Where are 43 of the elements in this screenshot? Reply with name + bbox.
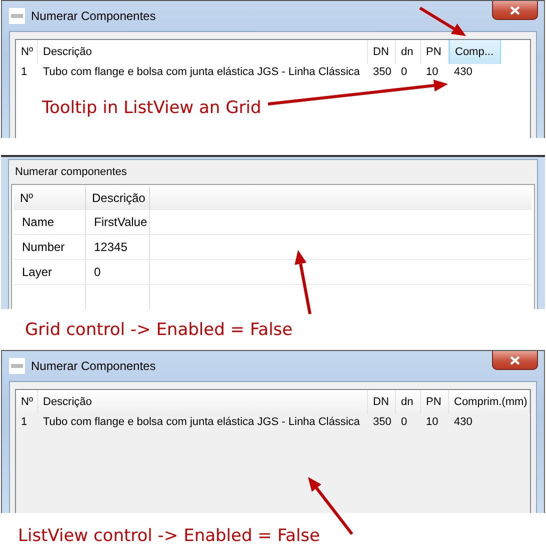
table-cell-text: 10	[425, 415, 440, 430]
column-header[interactable]: Descrição	[86, 187, 150, 209]
table-cell-text: 1	[20, 415, 28, 430]
table-cell: 12345	[86, 235, 150, 259]
window-title: Numerar componentes	[14, 165, 128, 180]
table-cell: Number	[14, 235, 86, 259]
arrow	[419, 6, 466, 36]
column-header[interactable]: Comprim.(mm)	[449, 390, 530, 414]
close-icon	[510, 356, 520, 364]
table-cell-text: Tubo com flange e bolsa com junta elástica JGS - Linha Clássica	[42, 65, 361, 80]
list-view[interactable]: Nº Descrição DN dn PN Comprim.(mm) 1 Tubo com flange e bolsa com junta elástica JGS - Linha Clássica 350 0 10 430	[15, 389, 531, 513]
annotation: ListView control -> Enabled = False	[18, 526, 320, 546]
window-title: Numerar Componentes	[31, 9, 156, 23]
table-cell: FirstValue	[86, 210, 150, 234]
table-cell: Name	[14, 210, 86, 234]
arrow	[294, 250, 312, 314]
app-icon	[9, 358, 25, 374]
table-cell-text: 0	[400, 415, 408, 430]
column-header[interactable]: Descrição	[38, 390, 368, 414]
table-cell-text: 430	[453, 65, 474, 80]
close-icon	[510, 6, 520, 14]
table-cell: Layer	[14, 260, 86, 284]
table-cell-text: 0	[400, 65, 408, 80]
column-header[interactable]: Nº	[16, 390, 38, 414]
table-cell-text: 350	[372, 415, 392, 430]
table-cell-text: 10	[425, 65, 440, 80]
window-title: Numerar Componentes	[31, 359, 156, 373]
column-header[interactable]: PN	[421, 390, 449, 414]
close-button[interactable]	[492, 351, 538, 370]
column-header[interactable]: DN	[368, 390, 396, 414]
column-header[interactable]: Nº	[14, 187, 86, 209]
table-cell-text: 350	[372, 65, 392, 80]
annotation: Tooltip in ListView an Grid	[42, 98, 262, 118]
column-header[interactable]: dn	[396, 390, 421, 414]
data-grid[interactable]: Nº Descrição Name FirstValue Number 12345 Layer 0	[11, 184, 535, 309]
annotation: Grid control -> Enabled = False	[25, 320, 293, 340]
close-button[interactable]	[492, 1, 538, 20]
table-cell-text: 430	[453, 415, 474, 430]
table-cell: 0	[86, 260, 150, 284]
table-cell-text: 1	[20, 65, 28, 80]
table-cell-text: Tubo com flange e bolsa com junta elástica JGS - Linha Clássica	[42, 415, 361, 430]
column-header[interactable]: Comp...	[449, 40, 501, 64]
app-icon	[9, 8, 25, 24]
